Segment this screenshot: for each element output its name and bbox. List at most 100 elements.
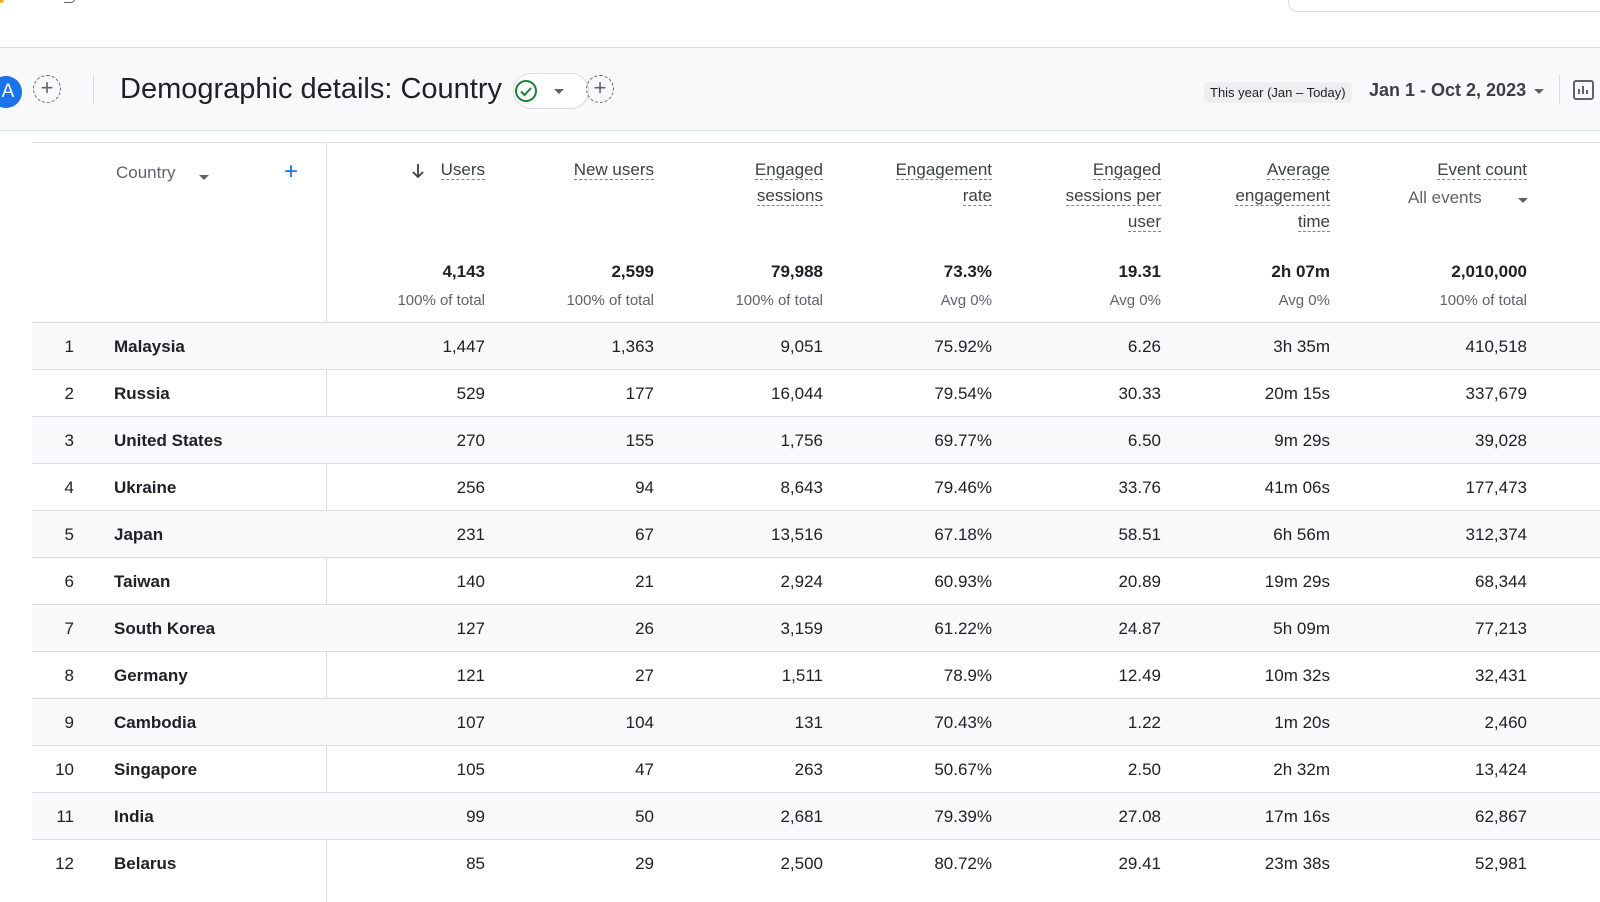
- column-header-5[interactable]: Engaged sessions per user: [1065, 157, 1161, 235]
- row-index: 7: [64, 619, 74, 638]
- date-range-picker[interactable]: Jan 1 - Oct 2, 2023: [1369, 80, 1526, 101]
- event-filter-dropdown-icon[interactable]: [1518, 198, 1528, 203]
- column-total: 2,599: [611, 262, 654, 281]
- table-row[interactable]: 3 United States 270 155 1,756 69.77% 6.50 9m 29…: [32, 416, 1600, 463]
- table-row[interactable]: 12 Belarus 85 29 2,500 80.72% 29.41 23m 38s 52,9…: [32, 839, 1600, 886]
- row-index: 9: [64, 713, 74, 732]
- add-comparison-button[interactable]: +: [33, 75, 61, 103]
- column-header-2[interactable]: New users: [573, 157, 654, 183]
- report-status-chip[interactable]: [513, 73, 589, 109]
- row-metric-value: 231: [456, 525, 485, 544]
- row-metric-value: 2,924: [780, 572, 823, 591]
- row-metric-value: 58.51: [1118, 525, 1161, 544]
- table-row[interactable]: 7 South Korea 127 26 3,159 61.22% 24.87 5h 09m 7…: [32, 604, 1600, 651]
- row-country[interactable]: South Korea: [114, 619, 215, 639]
- row-country[interactable]: Taiwan: [114, 572, 170, 592]
- row-country[interactable]: Cambodia: [114, 713, 196, 733]
- search-box[interactable]: [1288, 0, 1600, 12]
- row-metric-value: 52,981: [1475, 854, 1527, 873]
- row-metric-value: 29.41: [1118, 854, 1161, 873]
- row-index: 12: [55, 854, 74, 873]
- column-header-6[interactable]: Average engagement time: [1235, 157, 1330, 235]
- column-header-label: sessions: [756, 186, 823, 206]
- add-filter-button[interactable]: +: [586, 75, 614, 103]
- table-row[interactable]: 2 Russia 529 177 16,044 79.54% 30.33 20m 15s 337…: [32, 369, 1600, 416]
- row-metric-value: 67.18%: [934, 525, 992, 544]
- table-row[interactable]: 10 Singapore 105 47 263 50.67% 2.50 2h 32m 13,42…: [32, 745, 1600, 792]
- row-country[interactable]: Malaysia: [114, 337, 185, 357]
- row-metric-value: 131: [794, 713, 823, 732]
- row-metric-value: 256: [456, 478, 485, 497]
- table-row[interactable]: 6 Taiwan 140 21 2,924 60.93% 20.89 19m 29s 68,34…: [32, 557, 1600, 604]
- chevron-fragment-icon: [64, 0, 75, 3]
- event-filter-select[interactable]: All events: [1408, 188, 1482, 208]
- date-range-dropdown-icon[interactable]: [1534, 89, 1544, 94]
- row-metric-value: 75.92%: [934, 337, 992, 356]
- row-metric-value: 79.46%: [934, 478, 992, 497]
- row-metric-value: 2h 32m: [1273, 760, 1330, 779]
- column-total: 2,010,000: [1451, 262, 1527, 281]
- row-index: 6: [64, 572, 74, 591]
- column-header-4[interactable]: Engagement rate: [895, 157, 992, 209]
- row-index: 10: [55, 760, 74, 779]
- row-metric-value: 107: [456, 713, 485, 732]
- row-country[interactable]: Russia: [114, 384, 170, 404]
- row-metric-value: 9,051: [780, 337, 823, 356]
- row-index: 1: [64, 337, 74, 356]
- row-metric-value: 47: [635, 760, 654, 779]
- row-metric-value: 20m 15s: [1264, 384, 1330, 403]
- table-row[interactable]: 4 Ukraine 256 94 8,643 79.46% 33.76 41m 06s 177,…: [32, 463, 1600, 510]
- row-country[interactable]: Ukraine: [114, 478, 176, 498]
- row-index: 2: [64, 384, 74, 403]
- row-metric-value: 2.50: [1127, 760, 1161, 779]
- dimension-dropdown-icon[interactable]: [199, 175, 209, 180]
- row-metric-value: 2,500: [780, 854, 823, 873]
- row-metric-value: 1,447: [442, 337, 485, 356]
- row-metric-value: 410,518: [1465, 337, 1527, 356]
- row-metric-value: 32,431: [1475, 666, 1527, 685]
- row-country[interactable]: United States: [114, 431, 223, 451]
- row-metric-value: 21: [635, 572, 654, 591]
- column-total-subtitle: Avg 0%: [1109, 292, 1161, 309]
- column-header-label: Engaged: [754, 160, 823, 180]
- row-index: 3: [64, 431, 74, 450]
- table-row[interactable]: 8 Germany 121 27 1,511 78.9% 12.49 10m 32s 32,43…: [32, 651, 1600, 698]
- table-row[interactable]: 9 Cambodia 107 104 131 70.43% 1.22 1m 20s 2,460: [32, 698, 1600, 745]
- header-divider: [93, 74, 94, 104]
- column-total-subtitle: 100% of total: [397, 292, 485, 309]
- column-header-7[interactable]: Event count: [1437, 157, 1527, 183]
- dimension-label: Country: [116, 163, 176, 182]
- chevron-down-icon: [554, 89, 564, 94]
- column-total-subtitle: Avg 0%: [940, 292, 992, 309]
- table-row[interactable]: 5 Japan 231 67 13,516 67.18% 58.51 6h 56m 312,37…: [32, 510, 1600, 557]
- table-body: 1 Malaysia 1,447 1,363 9,051 75.92% 6.26 3h 35m…: [32, 322, 1600, 886]
- row-country[interactable]: Japan: [114, 525, 163, 545]
- row-metric-value: 10m 32s: [1264, 666, 1330, 685]
- row-metric-value: 17m 16s: [1264, 807, 1330, 826]
- sort-descending-icon[interactable]: [410, 162, 426, 180]
- row-country[interactable]: Singapore: [114, 760, 197, 780]
- table-row[interactable]: 1 Malaysia 1,447 1,363 9,051 75.92% 6.26 3h 35m…: [32, 322, 1600, 369]
- row-metric-value: 30.33: [1118, 384, 1161, 403]
- row-metric-value: 77,213: [1475, 619, 1527, 638]
- header-divider-right: [1559, 74, 1560, 104]
- page-title: Demographic details: Country: [120, 73, 503, 105]
- column-header-label: Average: [1266, 160, 1330, 180]
- row-metric-value: 177,473: [1465, 478, 1527, 497]
- customize-report-icon[interactable]: [1572, 78, 1596, 102]
- column-total: 4,143: [442, 262, 485, 281]
- table-row[interactable]: 11 India 99 50 2,681 79.39% 27.08 17m 16s 62,867: [32, 792, 1600, 839]
- row-metric-value: 68,344: [1475, 572, 1527, 591]
- column-header-label: engagement: [1235, 186, 1330, 206]
- row-country[interactable]: Germany: [114, 666, 188, 686]
- column-header-1[interactable]: Users: [440, 157, 485, 183]
- add-dimension-button[interactable]: +: [284, 160, 298, 184]
- dimension-selector[interactable]: Country: [116, 163, 176, 183]
- row-country[interactable]: India: [114, 807, 154, 827]
- row-metric-value: 19m 29s: [1264, 572, 1330, 591]
- column-header-label: Users: [440, 160, 485, 180]
- row-metric-value: 16,044: [771, 384, 823, 403]
- row-metric-value: 67: [635, 525, 654, 544]
- row-country[interactable]: Belarus: [114, 854, 176, 874]
- column-header-3[interactable]: Engaged sessions: [754, 157, 823, 209]
